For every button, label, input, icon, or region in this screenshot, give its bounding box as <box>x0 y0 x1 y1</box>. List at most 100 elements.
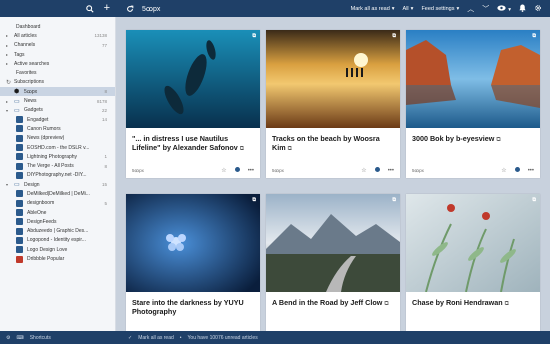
article-thumbnail[interactable]: ⧉ <box>126 30 260 128</box>
next-icon[interactable]: ﹀ <box>482 4 489 14</box>
expand-arrow-icon[interactable]: ▸ <box>6 61 14 66</box>
top-bar: + 5ꝏpx Mark all as read ▾ All ▾ Feed setti… <box>0 0 550 17</box>
open-link-icon[interactable]: ⧉ <box>532 197 536 203</box>
sidebar-item-demilked[interactable]: DeMilked|DeMilked | DeMi... <box>0 189 115 198</box>
expand-arrow-icon[interactable]: ▸ <box>6 99 14 104</box>
article-title[interactable]: Tracks on the beach by Woosra Kim ⧉ <box>266 128 400 154</box>
expand-arrow-icon[interactable]: ▸ <box>6 52 14 57</box>
article-title[interactable]: 3000 Bok by b-eyesview ⧉ <box>406 128 540 145</box>
article-card[interactable]: ⧉ Tracks on the beach by Woosra Kim ⧉ 5ꝏ… <box>266 30 400 178</box>
search-icon[interactable] <box>85 4 94 13</box>
sidebar-item-dpreview[interactable]: News (dpreview) <box>0 134 115 143</box>
feed-icon <box>16 209 23 217</box>
previous-icon[interactable]: ︿ <box>467 4 474 14</box>
notifications-icon[interactable] <box>519 4 526 14</box>
article-footer: 5ꝏpx ☆ ••• <box>412 167 534 174</box>
sidebar-item-favorites[interactable]: Favorites <box>0 68 115 77</box>
open-link-icon[interactable]: ⧉ <box>252 197 256 203</box>
sidebar-item-engadget[interactable]: Engadget 14 <box>0 115 115 124</box>
expand-arrow-icon[interactable]: ▸ <box>6 33 14 38</box>
feed-icon <box>16 227 23 235</box>
external-link-icon[interactable]: ⧉ <box>288 146 292 152</box>
article-thumbnail[interactable]: ⧉ <box>406 194 540 292</box>
5px-logo-icon: ⬢ <box>14 89 20 96</box>
filter-dropdown[interactable]: All ▾ <box>403 6 414 12</box>
sidebar-item-news[interactable]: ▸ ▭ News 8178 <box>0 96 115 105</box>
article-thumbnail[interactable]: ⧉ <box>126 194 260 292</box>
collapse-arrow-icon[interactable]: ▾ <box>6 108 14 113</box>
article-title[interactable]: A Bend in the Road by Jeff Clow ⧉ <box>266 292 400 309</box>
sidebar-item-designfeeds[interactable]: DesignFeeds <box>0 217 115 226</box>
feed-icon <box>16 162 23 170</box>
settings-gear-icon[interactable] <box>534 4 542 14</box>
sidebar-item-lightning-photography[interactable]: Lightning Photography 1 <box>0 152 115 161</box>
sidebar-item-eoshd[interactable]: EOSHD.com - the DSLR v... <box>0 143 115 152</box>
sidebar-item-diyphotography[interactable]: DIYPhotography.net -DIY... <box>0 171 115 180</box>
refresh-icon[interactable] <box>126 5 134 13</box>
read-status-icon[interactable] <box>374 167 380 174</box>
open-link-icon[interactable]: ⧉ <box>392 33 396 39</box>
external-link-icon[interactable]: ⧉ <box>496 137 500 143</box>
folder-icon: ▭ <box>14 182 20 189</box>
read-status-icon[interactable] <box>514 167 520 174</box>
sidebar-item-design[interactable]: ▾ ▭ Design 15 <box>0 180 115 189</box>
star-icon[interactable]: ☆ <box>361 167 366 174</box>
more-options-icon[interactable]: ••• <box>248 168 254 174</box>
article-title[interactable]: "... in distress I use Nautilus Lifeline… <box>126 128 260 154</box>
article-card[interactable]: ⧉ "... in distress I use Nautilus Lifeli… <box>126 30 260 178</box>
settings-icon[interactable]: ⚙ <box>6 335 10 341</box>
shortcuts-link[interactable]: Shortcuts <box>30 335 51 341</box>
external-link-icon[interactable]: ⧉ <box>240 146 244 152</box>
expand-arrow-icon[interactable]: ▸ <box>6 43 14 48</box>
collapse-arrow-icon[interactable]: ▾ <box>6 182 14 187</box>
sidebar-item-5px[interactable]: ⬢ 5ꝏpx 8 <box>0 87 115 97</box>
sidebar-item-dribbble[interactable]: Dribbble Popular <box>0 254 115 263</box>
sidebar-item-active-searches[interactable]: ▸ Active searches <box>0 59 115 68</box>
sidebar-item-abduzeedo[interactable]: Abduzeedo | Graphic Des... <box>0 227 115 236</box>
open-link-icon[interactable]: ⧉ <box>392 197 396 203</box>
sidebar-item-tags[interactable]: ▸ Tags <box>0 50 115 59</box>
sidebar-item-logo-design-love[interactable]: Logo Design Love <box>0 245 115 254</box>
folder-icon: ▭ <box>14 107 20 114</box>
feed-icon <box>16 153 23 161</box>
mark-all-read-button[interactable]: Mark all as read ▾ <box>351 6 395 12</box>
refresh-icon[interactable]: ↻ <box>6 79 14 86</box>
sidebar-item-subscriptions[interactable]: ↻ Subscriptions <box>0 78 115 87</box>
star-icon[interactable]: ☆ <box>221 167 226 174</box>
keyboard-icon[interactable]: ⌨ <box>16 335 23 341</box>
sidebar-item-ableone[interactable]: AbleOne <box>0 208 115 217</box>
open-link-icon[interactable]: ⧉ <box>252 33 256 39</box>
article-source: 5ꝏpx <box>272 167 284 173</box>
sidebar-item-logopond[interactable]: Logopond - Identity espir... <box>0 236 115 245</box>
more-options-icon[interactable]: ••• <box>388 168 394 174</box>
add-icon[interactable]: + <box>104 3 110 14</box>
article-card[interactable]: ⧉ 3000 Bok by b-eyesview ⧉ 5ꝏpx ☆ ••• <box>406 30 540 178</box>
article-thumbnail[interactable]: ⧉ <box>266 30 400 128</box>
checkmark-icon: ✓ <box>128 334 133 341</box>
feed-settings-button[interactable]: Feed settings ▾ <box>421 6 459 12</box>
top-bar-left: + <box>0 3 116 14</box>
sidebar-item-canon-rumors[interactable]: Canon Rumors <box>0 124 115 133</box>
article-card[interactable]: ⧉ A Bend in the Road by Jeff Clow ⧉ <box>266 194 400 331</box>
feed-icon <box>16 199 23 207</box>
sidebar-item-gadgets[interactable]: ▾ ▭ Gadgets 22 <box>0 106 115 115</box>
article-card[interactable]: ⧉ Stare into the darkness by YUYU Photog… <box>126 194 260 331</box>
view-mode-icon[interactable]: ▾ <box>497 4 511 13</box>
read-status-icon[interactable] <box>234 167 240 174</box>
sidebar-item-designboom[interactable]: designboom 5 <box>0 199 115 208</box>
article-title[interactable]: Chase by Roni Hendrawan ⧉ <box>406 292 540 309</box>
open-link-icon[interactable]: ⧉ <box>532 33 536 39</box>
article-title[interactable]: Stare into the darkness by YUYU Photogra… <box>126 292 260 316</box>
more-options-icon[interactable]: ••• <box>528 168 534 174</box>
sidebar-item-the-verge[interactable]: The Verge - All Posts 8 <box>0 161 115 170</box>
mark-all-read-link[interactable]: Mark all as read <box>138 335 174 341</box>
article-thumbnail[interactable]: ⧉ <box>266 194 400 292</box>
article-card[interactable]: ⧉ Chase by Roni Hendrawan ⧉ <box>406 194 540 331</box>
article-thumbnail[interactable]: ⧉ <box>406 30 540 128</box>
sidebar-item-channels[interactable]: ▸ Channels 77 <box>0 41 115 50</box>
sidebar-item-dashboard[interactable]: Dashboard <box>0 22 115 31</box>
star-icon[interactable]: ☆ <box>501 167 506 174</box>
external-link-icon[interactable]: ⧉ <box>505 301 509 307</box>
sidebar-item-all-articles[interactable]: ▸ All articles 13138 <box>0 31 115 40</box>
external-link-icon[interactable]: ⧉ <box>384 301 388 307</box>
